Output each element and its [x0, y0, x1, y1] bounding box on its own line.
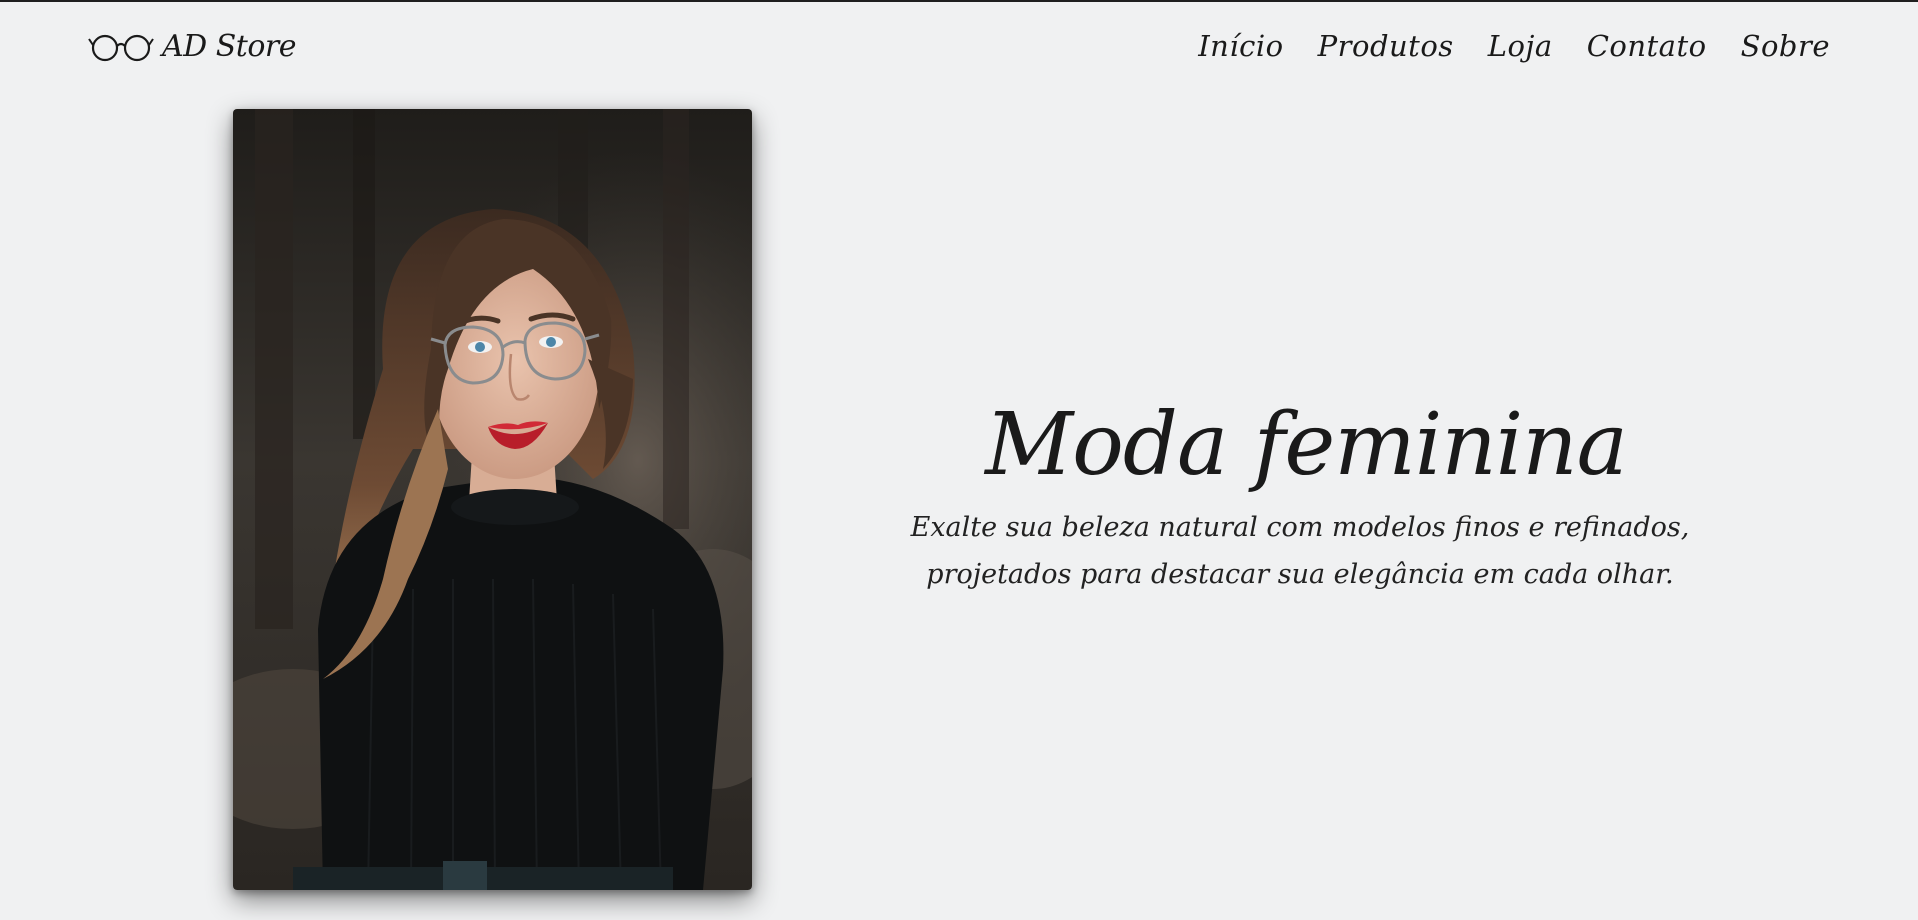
hero-photo	[233, 109, 752, 890]
nav-link-sobre[interactable]: Sobre	[1741, 32, 1830, 61]
glasses-icon	[88, 34, 154, 62]
nav-link-inicio[interactable]: Início	[1198, 32, 1283, 61]
hero-title: Moda feminina	[985, 395, 1628, 495]
portrait-image	[233, 109, 752, 890]
brand-name: AD Store	[162, 29, 297, 64]
main-nav: Início Produtos Loja Contato Sobre	[1198, 32, 1830, 61]
hero-text-block: Moda feminina Exalte sua beleza natural …	[850, 400, 1750, 598]
navbar: AD Store Início Produtos Loja Contato So…	[0, 2, 1918, 98]
hero-subtitle: Exalte sua beleza natural com modelos fi…	[910, 512, 1690, 591]
brand-logo-link[interactable]: AD Store	[88, 29, 297, 64]
nav-link-contato[interactable]: Contato	[1587, 32, 1707, 61]
nav-link-loja[interactable]: Loja	[1488, 32, 1553, 61]
nav-link-produtos[interactable]: Produtos	[1318, 32, 1454, 61]
